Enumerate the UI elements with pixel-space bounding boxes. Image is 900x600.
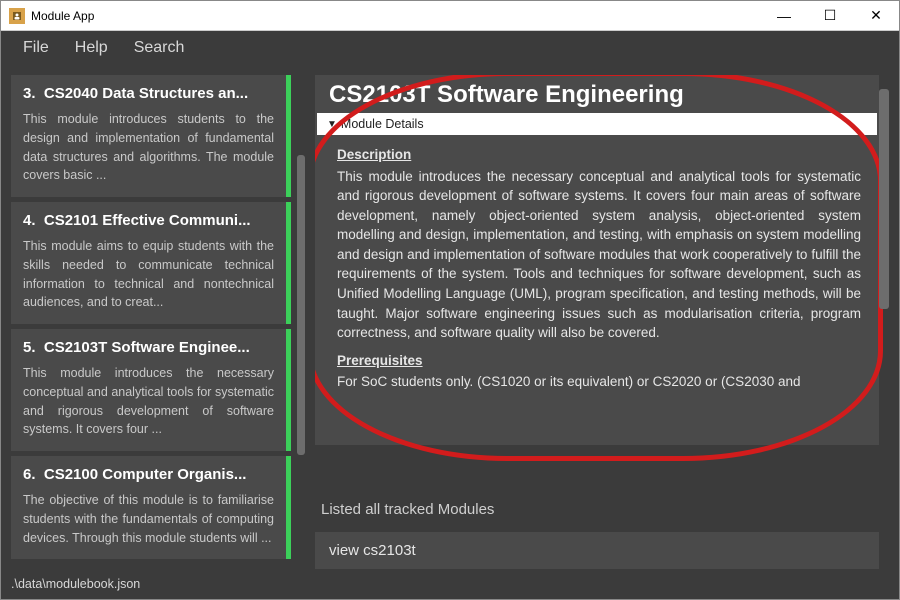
menubar: File Help Search <box>1 31 899 65</box>
prerequisites-text: For SoC students only. (CS1020 or its eq… <box>337 372 861 392</box>
command-input[interactable]: view cs2103t <box>315 532 879 569</box>
status-message: Listed all tracked Modules <box>315 499 879 520</box>
window-title: Module App <box>31 9 94 23</box>
module-card-title: 4. CS2101 Effective Communi... <box>23 212 274 229</box>
footer-path: .\data\modulebook.json <box>1 573 899 599</box>
module-card-title: 5. CS2103T Software Enginee... <box>23 339 274 356</box>
prerequisites-label: Prerequisites <box>337 351 861 371</box>
module-card[interactable]: 5. CS2103T Software Enginee... This modu… <box>11 329 291 451</box>
module-detail-title: CS2103T Software Engineering <box>315 75 879 113</box>
module-card[interactable]: 6. CS2100 Computer Organis... The object… <box>11 456 291 559</box>
minimize-button[interactable]: — <box>761 1 807 31</box>
module-detail-panel: CS2103T Software Engineering ▼ Module De… <box>315 75 879 445</box>
module-card-desc: This module introduces students to the d… <box>23 110 274 185</box>
app-window: Module App — ☐ ✕ File Help Search 3. CS2… <box>0 0 900 600</box>
module-card-title: 6. CS2100 Computer Organis... <box>23 466 274 483</box>
close-button[interactable]: ✕ <box>853 1 899 31</box>
description-label: Description <box>337 145 861 165</box>
content-area: 3. CS2040 Data Structures an... This mod… <box>1 65 899 573</box>
menu-help[interactable]: Help <box>63 35 120 61</box>
module-card-desc: The objective of this module is to famil… <box>23 491 274 547</box>
module-detail-body: Description This module introduces the n… <box>315 135 879 410</box>
titlebar: Module App — ☐ ✕ <box>1 1 899 31</box>
app-icon <box>9 8 25 24</box>
module-card[interactable]: 4. CS2101 Effective Communi... This modu… <box>11 202 291 324</box>
module-list[interactable]: 3. CS2040 Data Structures an... This mod… <box>11 75 291 569</box>
module-card[interactable]: 3. CS2040 Data Structures an... This mod… <box>11 75 291 197</box>
module-card-title: 3. CS2040 Data Structures an... <box>23 85 274 102</box>
sidebar-scrollbar[interactable] <box>297 75 305 569</box>
description-text: This module introduces the necessary con… <box>337 167 861 343</box>
menu-file[interactable]: File <box>11 35 61 61</box>
module-detail-header[interactable]: ▼ Module Details <box>317 113 877 135</box>
main-scrollbar[interactable] <box>879 79 889 439</box>
sidebar-scrollbar-thumb[interactable] <box>297 155 305 455</box>
menu-search[interactable]: Search <box>122 35 197 61</box>
main-panel: CS2103T Software Engineering ▼ Module De… <box>315 75 889 569</box>
module-detail-header-label: Module Details <box>341 117 424 131</box>
sidebar-column: 3. CS2040 Data Structures an... This mod… <box>11 75 305 569</box>
module-card-desc: This module aims to equip students with … <box>23 237 274 312</box>
main-scrollbar-thumb[interactable] <box>879 89 889 309</box>
module-card-desc: This module introduces the necessary con… <box>23 364 274 439</box>
maximize-button[interactable]: ☐ <box>807 1 853 31</box>
disclosure-triangle-icon: ▼ <box>327 119 337 130</box>
